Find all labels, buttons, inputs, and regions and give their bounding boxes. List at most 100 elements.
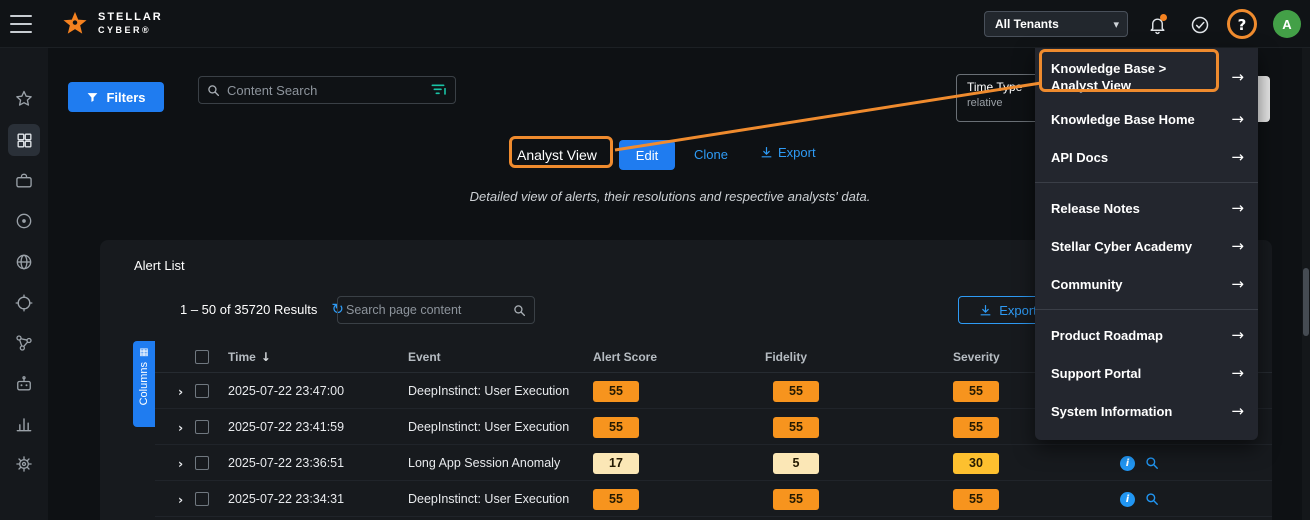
row-search-icon[interactable] bbox=[1145, 456, 1159, 470]
severity-badge: 55 bbox=[953, 489, 999, 510]
filters-button-label: Filters bbox=[106, 90, 145, 105]
arrow-right-icon: → bbox=[1231, 275, 1244, 293]
menu-item-label: API Docs bbox=[1051, 149, 1108, 166]
tenant-selector[interactable]: All Tenants ▾ bbox=[984, 11, 1128, 37]
export-view-button[interactable]: Export bbox=[760, 145, 816, 160]
menu-item-community[interactable]: Community → bbox=[1035, 265, 1258, 303]
sort-desc-icon: ↓ bbox=[261, 350, 271, 364]
menu-item-kb-analyst-view[interactable]: Knowledge Base > Analyst View → bbox=[1035, 54, 1258, 100]
briefcase-icon bbox=[14, 171, 34, 191]
alert-score-badge: 55 bbox=[593, 417, 639, 438]
check-circle-icon bbox=[1190, 15, 1210, 35]
severity-badge: 55 bbox=[953, 417, 999, 438]
grid-icon: ▦ bbox=[139, 347, 148, 358]
expand-row-icon[interactable]: › bbox=[178, 373, 183, 409]
notifications-bell-button[interactable] bbox=[1146, 14, 1168, 36]
row-search-icon[interactable] bbox=[1145, 492, 1159, 506]
clone-button[interactable]: Clone bbox=[694, 147, 728, 162]
filter-list-icon[interactable] bbox=[431, 83, 447, 97]
page-search-input[interactable] bbox=[346, 303, 507, 317]
menu-item-release-notes[interactable]: Release Notes → bbox=[1035, 189, 1258, 227]
menu-item-label: Support Portal bbox=[1051, 365, 1141, 382]
fidelity-badge: 55 bbox=[773, 489, 819, 510]
sidebar-item-cases[interactable] bbox=[8, 165, 40, 197]
menu-item-api-docs[interactable]: API Docs → bbox=[1035, 138, 1258, 176]
scrollbar-thumb[interactable] bbox=[1303, 268, 1309, 336]
columns-tab-label: Columns bbox=[138, 362, 150, 405]
menu-item-support-portal[interactable]: Support Portal → bbox=[1035, 354, 1258, 392]
expand-row-icon[interactable]: › bbox=[178, 409, 183, 445]
row-checkbox[interactable] bbox=[195, 373, 209, 409]
sidebar-item-favorites[interactable] bbox=[8, 83, 40, 115]
content-search-input[interactable] bbox=[227, 83, 424, 98]
table-row: › 2025-07-22 23:36:51 Long App Session A… bbox=[155, 445, 1272, 481]
arrow-right-icon: → bbox=[1231, 402, 1244, 420]
sidebar-item-detections[interactable] bbox=[8, 205, 40, 237]
menu-item-kb-home[interactable]: Knowledge Base Home → bbox=[1035, 100, 1258, 138]
export-results-label: Export bbox=[999, 303, 1037, 318]
filters-button[interactable]: Filters bbox=[68, 82, 164, 112]
search-icon[interactable] bbox=[513, 304, 526, 317]
edit-button-label: Edit bbox=[636, 148, 658, 163]
menu-item-label: Stellar Cyber Academy bbox=[1051, 238, 1192, 255]
menu-item-label: Release Notes bbox=[1051, 200, 1140, 217]
hamburger-menu-icon[interactable] bbox=[10, 15, 32, 33]
column-header-event[interactable]: Event bbox=[408, 341, 441, 373]
robot-icon bbox=[14, 374, 34, 394]
help-button[interactable]: ? bbox=[1231, 14, 1253, 36]
cell-time: 2025-07-22 23:34:31 bbox=[228, 481, 344, 517]
menu-item-product-roadmap[interactable]: Product Roadmap → bbox=[1035, 316, 1258, 354]
column-header-fidelity[interactable]: Fidelity bbox=[765, 341, 807, 373]
sidebar-item-reports[interactable] bbox=[8, 408, 40, 440]
table-row: › 2025-07-22 23:34:31 DeepInstinct: User… bbox=[155, 481, 1272, 517]
row-checkbox[interactable] bbox=[195, 481, 209, 517]
fidelity-badge: 5 bbox=[773, 453, 819, 474]
menu-divider bbox=[1035, 309, 1258, 310]
arrow-right-icon: → bbox=[1231, 148, 1244, 166]
funnel-icon bbox=[86, 91, 99, 104]
help-dropdown-menu: Knowledge Base > Analyst View → Knowledg… bbox=[1035, 48, 1258, 440]
app-root: STELLAR CYBER® All Tenants ▾ ? A bbox=[0, 0, 1310, 520]
arrow-right-icon: → bbox=[1231, 68, 1244, 86]
notification-badge-dot bbox=[1160, 14, 1167, 21]
column-header-severity[interactable]: Severity bbox=[953, 341, 1000, 373]
edit-button[interactable]: Edit bbox=[619, 140, 675, 170]
brand-text: STELLAR CYBER® bbox=[98, 11, 163, 37]
info-icon[interactable]: i bbox=[1120, 492, 1135, 507]
severity-badge: 30 bbox=[953, 453, 999, 474]
column-header-time[interactable]: Time ↓ bbox=[228, 341, 271, 373]
sidebar-item-automation[interactable] bbox=[8, 368, 40, 400]
arrow-right-icon: → bbox=[1231, 199, 1244, 217]
column-header-alert-score[interactable]: Alert Score bbox=[593, 341, 657, 373]
page-title: Analyst View bbox=[517, 140, 597, 170]
dashboard-icon bbox=[15, 131, 34, 150]
user-avatar[interactable]: A bbox=[1273, 10, 1301, 38]
menu-item-system-information[interactable]: System Information → bbox=[1035, 392, 1258, 430]
expand-row-icon[interactable]: › bbox=[178, 445, 183, 481]
sidebar-item-threat-hunting[interactable] bbox=[8, 246, 40, 278]
row-checkbox[interactable] bbox=[195, 409, 209, 445]
search-icon bbox=[207, 84, 220, 97]
info-icon[interactable]: i bbox=[1120, 456, 1135, 471]
question-mark-icon: ? bbox=[1238, 16, 1247, 34]
sidebar-item-connectors[interactable] bbox=[8, 327, 40, 359]
download-icon bbox=[760, 146, 773, 159]
sidebar-item-investigate[interactable] bbox=[8, 287, 40, 319]
sidebar-item-dashboards[interactable] bbox=[8, 124, 40, 156]
sidebar-item-settings[interactable] bbox=[8, 448, 40, 480]
stellar-cyber-logo-icon bbox=[60, 9, 90, 39]
menu-item-academy[interactable]: Stellar Cyber Academy → bbox=[1035, 227, 1258, 265]
menu-divider bbox=[1035, 182, 1258, 183]
cell-event: DeepInstinct: User Execution bbox=[408, 373, 569, 409]
columns-tab[interactable]: ▦ Columns bbox=[133, 341, 155, 427]
row-checkbox[interactable] bbox=[195, 445, 209, 481]
tasks-status-button[interactable] bbox=[1189, 14, 1211, 36]
select-all-checkbox[interactable] bbox=[195, 341, 209, 373]
expand-row-icon[interactable]: › bbox=[178, 481, 183, 517]
cell-time: 2025-07-22 23:41:59 bbox=[228, 409, 344, 445]
alert-list-title: Alert List bbox=[134, 258, 185, 273]
crosshair-icon bbox=[14, 293, 34, 313]
avatar-initial: A bbox=[1282, 17, 1291, 32]
menu-item-label: Product Roadmap bbox=[1051, 327, 1163, 344]
content-search-box bbox=[198, 76, 456, 104]
